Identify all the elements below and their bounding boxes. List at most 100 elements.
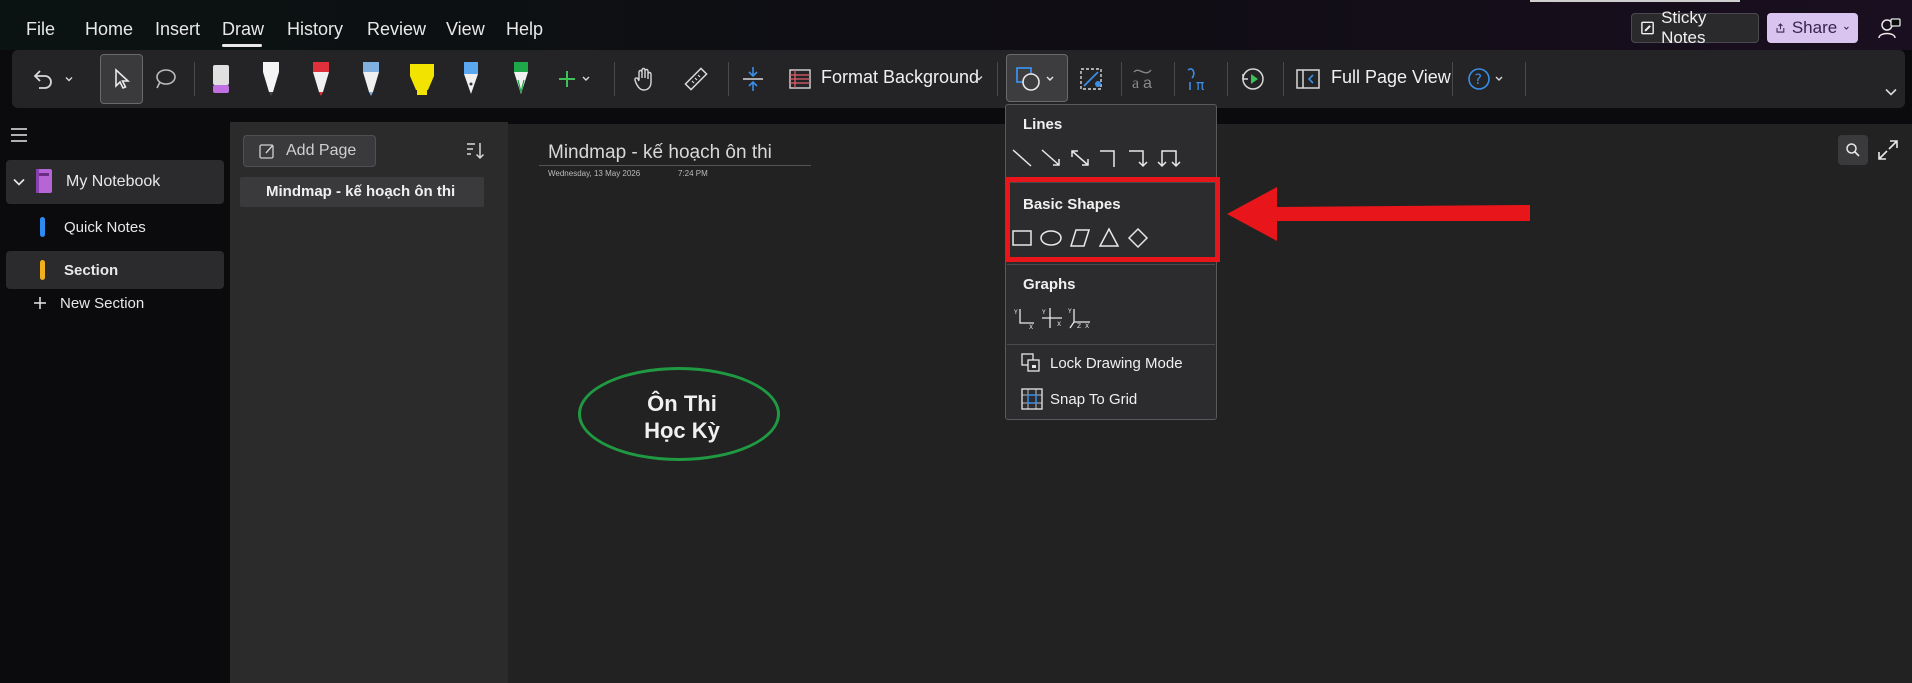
menu-separator bbox=[1007, 344, 1215, 345]
pen-red-button[interactable] bbox=[306, 60, 336, 98]
svg-text:π: π bbox=[1196, 78, 1205, 94]
chevron-down-icon bbox=[13, 178, 25, 186]
search-icon bbox=[1846, 143, 1860, 157]
elbow-line-icon[interactable] bbox=[1097, 146, 1121, 170]
add-page-button[interactable]: Add Page bbox=[243, 135, 376, 167]
sort-icon[interactable] bbox=[464, 140, 486, 162]
pen-purple-button[interactable] bbox=[206, 60, 236, 98]
ruler-button[interactable] bbox=[678, 60, 714, 98]
menu-view[interactable]: View bbox=[446, 19, 485, 40]
svg-text:?: ? bbox=[1475, 72, 1482, 88]
expand-icon[interactable] bbox=[1876, 138, 1900, 162]
highlight-rectangle bbox=[1005, 177, 1220, 262]
section-color-tab bbox=[40, 260, 45, 280]
graphs-heading: Graphs bbox=[1023, 276, 1076, 293]
chevron-down-icon bbox=[1844, 26, 1849, 30]
full-page-view-label[interactable]: Full Page View bbox=[1331, 67, 1451, 88]
ribbon-separator bbox=[614, 62, 615, 96]
marker-icon bbox=[213, 65, 229, 93]
quick-notes-label: Quick Notes bbox=[64, 219, 146, 236]
title-underline bbox=[539, 165, 811, 166]
pen-galaxy-button[interactable] bbox=[356, 60, 386, 98]
svg-text:X: X bbox=[1085, 323, 1089, 330]
pen-white-button[interactable] bbox=[256, 60, 286, 98]
help-button[interactable]: ? bbox=[1463, 60, 1513, 98]
pan-tool-button[interactable] bbox=[626, 60, 662, 98]
feedback-icon[interactable] bbox=[1876, 16, 1902, 42]
chevron-down-icon bbox=[65, 77, 73, 82]
graph-3d-icon[interactable]: Y Z X bbox=[1068, 306, 1092, 330]
ink-to-math-icon: π bbox=[1187, 68, 1205, 94]
svg-text:X: X bbox=[1029, 324, 1033, 330]
collapse-ribbon-icon[interactable] bbox=[1884, 85, 1898, 99]
pen-icon bbox=[263, 62, 279, 96]
ribbon-separator bbox=[1525, 62, 1526, 96]
new-section-label: New Section bbox=[60, 295, 145, 312]
svg-text:Y: Y bbox=[1068, 308, 1072, 315]
sticky-notes-button[interactable]: Sticky Notes bbox=[1631, 8, 1759, 47]
notebook-item[interactable]: My Notebook bbox=[6, 160, 224, 204]
fountain-pen-icon bbox=[464, 62, 478, 94]
graph-quadrant-icon[interactable]: YX bbox=[1012, 306, 1036, 330]
line-icon[interactable] bbox=[1010, 146, 1034, 170]
section-item[interactable]: Section bbox=[6, 251, 224, 289]
insert-space-button[interactable] bbox=[735, 60, 771, 98]
menu-draw[interactable]: Draw bbox=[222, 19, 264, 40]
select-tool-button[interactable] bbox=[100, 54, 143, 104]
add-pen-button[interactable] bbox=[556, 60, 596, 98]
ribbon-separator bbox=[1174, 62, 1175, 96]
insert-space-icon bbox=[743, 67, 763, 91]
section-quick-notes[interactable]: Quick Notes bbox=[6, 210, 224, 246]
graph-cross-icon[interactable]: YX bbox=[1040, 306, 1064, 330]
title-strip bbox=[1530, 0, 1740, 2]
page-time: 7:24 PM bbox=[678, 169, 708, 178]
ink-replay-button[interactable] bbox=[1235, 60, 1271, 98]
elbow-double-arrow-icon[interactable] bbox=[1157, 146, 1181, 170]
arrow-line-icon[interactable] bbox=[1039, 146, 1063, 170]
menu-insert[interactable]: Insert bbox=[155, 19, 200, 40]
mindmap-node-ellipse[interactable]: Ôn Thi Học Kỳ bbox=[578, 367, 780, 461]
format-background-button[interactable] bbox=[782, 60, 818, 98]
lined-paper-icon bbox=[789, 69, 811, 89]
menu-history[interactable]: History bbox=[287, 19, 343, 40]
pen-blue-button[interactable] bbox=[456, 60, 486, 98]
share-button[interactable]: Share bbox=[1767, 13, 1858, 43]
node-text-line1: Ôn Thi bbox=[647, 391, 717, 416]
menu-home[interactable]: Home bbox=[85, 19, 133, 40]
format-background-label[interactable]: Format Background bbox=[821, 67, 979, 88]
svg-text:a: a bbox=[1143, 75, 1152, 92]
page-list-item[interactable]: Mindmap - kế hoạch ôn thi bbox=[240, 177, 484, 207]
add-page-icon bbox=[259, 144, 274, 159]
menu-help[interactable]: Help bbox=[506, 19, 543, 40]
page-title[interactable]: Mindmap - kế hoạch ôn thi bbox=[548, 142, 772, 164]
ink-to-text-button: aa bbox=[1126, 60, 1162, 98]
help-icon: ? bbox=[1468, 68, 1503, 90]
elbow-arrow-icon[interactable] bbox=[1126, 146, 1150, 170]
svg-text:Y: Y bbox=[1013, 309, 1018, 316]
search-button[interactable] bbox=[1838, 135, 1868, 165]
full-page-view-icon-button[interactable] bbox=[1290, 60, 1326, 98]
ink-to-math-button[interactable]: π bbox=[1181, 60, 1217, 98]
fountain-pen-icon bbox=[514, 62, 528, 94]
pen-icon bbox=[313, 62, 329, 96]
menu-file[interactable]: File bbox=[26, 19, 55, 40]
pen-green-button[interactable] bbox=[506, 60, 536, 98]
pointer-icon bbox=[115, 68, 131, 90]
lock-drawing-mode-label: Lock Drawing Mode bbox=[1050, 355, 1183, 372]
notebook-icon bbox=[36, 169, 52, 193]
page-date: Wednesday, 13 May 2026 bbox=[548, 169, 641, 178]
undo-button[interactable] bbox=[24, 60, 60, 98]
ink-to-text-icon: aa bbox=[1132, 69, 1152, 92]
new-section-button[interactable]: New Section bbox=[6, 292, 224, 316]
undo-dropdown[interactable] bbox=[60, 60, 78, 98]
shapes-button[interactable] bbox=[1006, 54, 1068, 102]
ribbon-separator bbox=[1121, 62, 1122, 96]
highlighter-yellow-button[interactable] bbox=[405, 60, 439, 98]
highlighter-icon bbox=[410, 64, 434, 95]
double-arrow-line-icon[interactable] bbox=[1068, 146, 1092, 170]
svg-text:Z: Z bbox=[1077, 323, 1081, 330]
menu-review[interactable]: Review bbox=[367, 19, 426, 40]
hamburger-menu-icon[interactable] bbox=[10, 127, 28, 143]
lasso-select-button[interactable] bbox=[148, 60, 184, 98]
convert-to-shapes-button[interactable] bbox=[1073, 60, 1109, 98]
